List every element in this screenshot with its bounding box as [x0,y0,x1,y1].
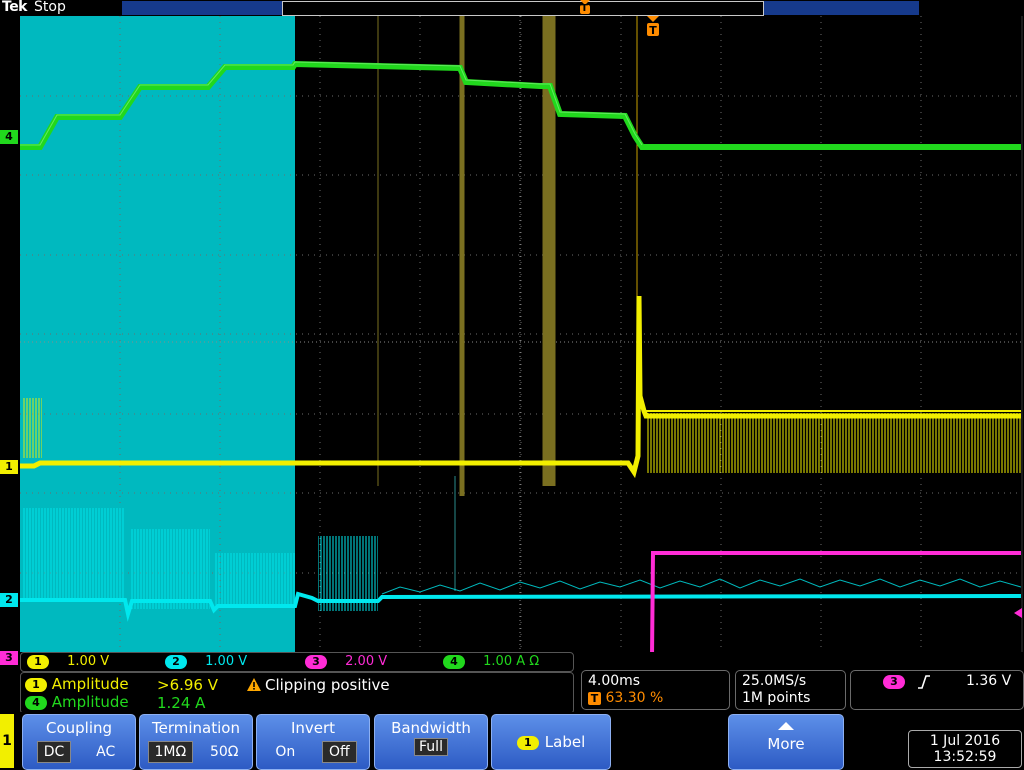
brand-logo: Tek [2,0,28,15]
ch1-scale[interactable]: 1 1.00 V [27,654,109,669]
date-text: 1 Jul 2016 [929,733,1001,749]
date-time-display: 1 Jul 2016 13:52:59 [908,730,1022,768]
label-channel-tag: 1 [516,735,539,750]
bandwidth-value: Full [414,738,448,756]
time-text: 13:52:59 [933,749,997,765]
ch3-trigger-level-icon [1014,608,1022,618]
ch3-waveform [650,551,1021,652]
status-bar: Tek Stop T [0,0,1024,16]
measurement-row-2: 4 Amplitude [25,693,129,711]
more-button[interactable]: More [728,714,844,770]
ch2-ground-marker[interactable]: 2 [0,593,18,607]
acquisition-state: Stop [34,0,66,15]
trigger-level: 1.36 V [966,673,1012,689]
trigger-position-label: T [581,3,588,14]
horizontal-panel[interactable]: 4.00ms T 63.30 % [581,670,730,710]
trigger-panel[interactable]: 3 1.36 V [850,670,1024,710]
rising-edge-icon [918,675,930,689]
termination-button[interactable]: Termination 1MΩ 50Ω [139,714,253,770]
measurement-1-value: >6.96 V [157,676,218,694]
trigger-point-icon: T [647,16,659,37]
invert-button[interactable]: Invert On Off [256,714,370,770]
trigger-position: T 63.30 % [588,690,663,706]
horizontal-scale: 4.00ms [588,673,641,689]
sample-rate: 25.0MS/s [742,673,807,689]
record-length: 1M points [742,690,811,706]
ch2-scale[interactable]: 2 1.00 V [165,654,247,669]
svg-text:T: T [649,24,657,37]
ch4-scale[interactable]: 4 1.00 A Ω [443,654,539,669]
warning-icon [247,678,261,691]
measurement-2-value: 1.24 A [157,694,206,712]
ch1-ground-marker[interactable]: 1 [0,460,18,474]
record-view-window [282,1,764,16]
label-button[interactable]: 1 Label [491,714,611,770]
menu-channel-tab[interactable]: 1 [0,714,14,768]
trigger-source: 3 [883,675,905,689]
invert-on-option[interactable]: On [269,742,301,762]
termination-50ohm-option[interactable]: 50Ω [204,742,245,762]
invert-off-option[interactable]: Off [322,741,357,763]
measurement-panel[interactable]: 1 Amplitude >6.96 V Clipping positive 4 … [20,672,574,714]
coupling-ac-option[interactable]: AC [90,742,121,762]
measurement-1-warning: Clipping positive [265,676,390,694]
chevron-up-icon [778,722,794,730]
measurement-row-1: 1 Amplitude [25,675,129,693]
coupling-dc-option[interactable]: DC [36,741,72,763]
acquisition-panel[interactable]: 25.0MS/s 1M points [735,670,846,710]
channel-scale-bar: 1 1.00 V 2 1.00 V 3 2.00 V 4 1.00 A Ω [20,652,574,672]
termination-1mohm-option[interactable]: 1MΩ [147,741,194,763]
coupling-button[interactable]: Coupling DC AC [22,714,136,770]
ch4-ground-marker[interactable]: 4 [0,130,18,144]
waveform-display[interactable] [20,16,1023,652]
ch3-ground-marker[interactable]: 3 [0,651,18,665]
waveform-plot [20,16,1021,652]
ch3-scale[interactable]: 3 2.00 V [305,654,387,669]
bandwidth-button[interactable]: Bandwidth Full [374,714,488,770]
